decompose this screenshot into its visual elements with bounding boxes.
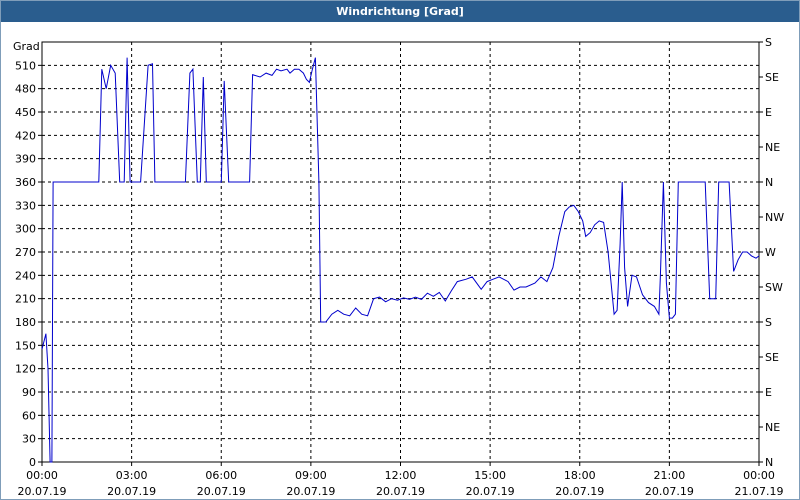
right-tick-label: E xyxy=(765,106,772,119)
y-tick-label: 120 xyxy=(15,363,36,376)
y-axis-label: Grad xyxy=(13,40,40,53)
y-tick-label: 90 xyxy=(22,386,36,399)
x-tick-time: 00:00 xyxy=(26,469,58,482)
x-tick-date: 20.07.19 xyxy=(555,485,604,498)
right-tick-label: SW xyxy=(765,281,783,294)
right-tick-label: NE xyxy=(765,141,780,154)
right-tick-label: NE xyxy=(765,421,780,434)
x-tick-time: 09:00 xyxy=(295,469,327,482)
y-tick-label: 150 xyxy=(15,339,36,352)
y-tick-label: 60 xyxy=(22,409,36,422)
y-tick-label: 270 xyxy=(15,246,36,259)
right-axis: N NE E SE S SW W NW N NE E SE S xyxy=(759,36,784,469)
y-tick-label: 240 xyxy=(15,269,36,282)
x-tick-date: 20.07.19 xyxy=(466,485,515,498)
right-tick-label: W xyxy=(765,246,776,259)
grid-lines xyxy=(42,42,759,462)
y-tick-label: 330 xyxy=(15,199,36,212)
right-tick-label: NW xyxy=(765,211,784,224)
x-tick-date: 21.07.19 xyxy=(735,485,784,498)
x-tick-time: 18:00 xyxy=(564,469,596,482)
x-tick-time: 00:00 xyxy=(743,469,775,482)
x-tick-date: 20.07.19 xyxy=(376,485,425,498)
y-tick-label: 300 xyxy=(15,223,36,236)
right-tick-label: N xyxy=(765,456,773,469)
y-tick-label: 360 xyxy=(15,176,36,189)
x-tick-date: 20.07.19 xyxy=(18,485,67,498)
right-tick-label: N xyxy=(765,176,773,189)
x-tick-date: 20.07.19 xyxy=(286,485,335,498)
left-axis: 0 30 60 90 120 150 180 210 240 270 300 330 360 390 420… xyxy=(15,59,42,469)
chart-svg: 0 30 60 90 120 150 180 210 240 270 300 330 360 390 420… xyxy=(13,36,784,498)
y-tick-label: 480 xyxy=(15,83,36,96)
right-tick-label: S xyxy=(765,316,772,329)
y-tick-label: 510 xyxy=(15,59,36,72)
right-tick-label: SE xyxy=(765,71,779,84)
x-tick-time: 03:00 xyxy=(116,469,148,482)
y-tick-label: 210 xyxy=(15,293,36,306)
chart-title: Windrichtung [Grad] xyxy=(1,1,799,22)
y-tick-label: 180 xyxy=(15,316,36,329)
right-tick-label: S xyxy=(765,36,772,49)
x-tick-time: 06:00 xyxy=(205,469,237,482)
right-tick-label: E xyxy=(765,386,772,399)
x-tick-date: 20.07.19 xyxy=(645,485,694,498)
y-tick-label: 450 xyxy=(15,106,36,119)
x-tick-time: 21:00 xyxy=(654,469,686,482)
x-axis: 00:00 20.07.19 03:00 20.07.19 06:00 20.07.19 0… xyxy=(18,462,784,498)
x-tick-time: 12:00 xyxy=(385,469,417,482)
chart-window: Windrichtung [Grad] 0 30 60 90 120 150 180 210 2… xyxy=(0,0,800,500)
y-tick-label: 420 xyxy=(15,129,36,142)
x-tick-date: 20.07.19 xyxy=(107,485,156,498)
x-tick-time: 15:00 xyxy=(474,469,506,482)
right-tick-label: SE xyxy=(765,351,779,364)
y-tick-label: 390 xyxy=(15,153,36,166)
x-tick-date: 20.07.19 xyxy=(197,485,246,498)
y-tick-label: 30 xyxy=(22,433,36,446)
y-tick-label: 0 xyxy=(29,456,36,469)
